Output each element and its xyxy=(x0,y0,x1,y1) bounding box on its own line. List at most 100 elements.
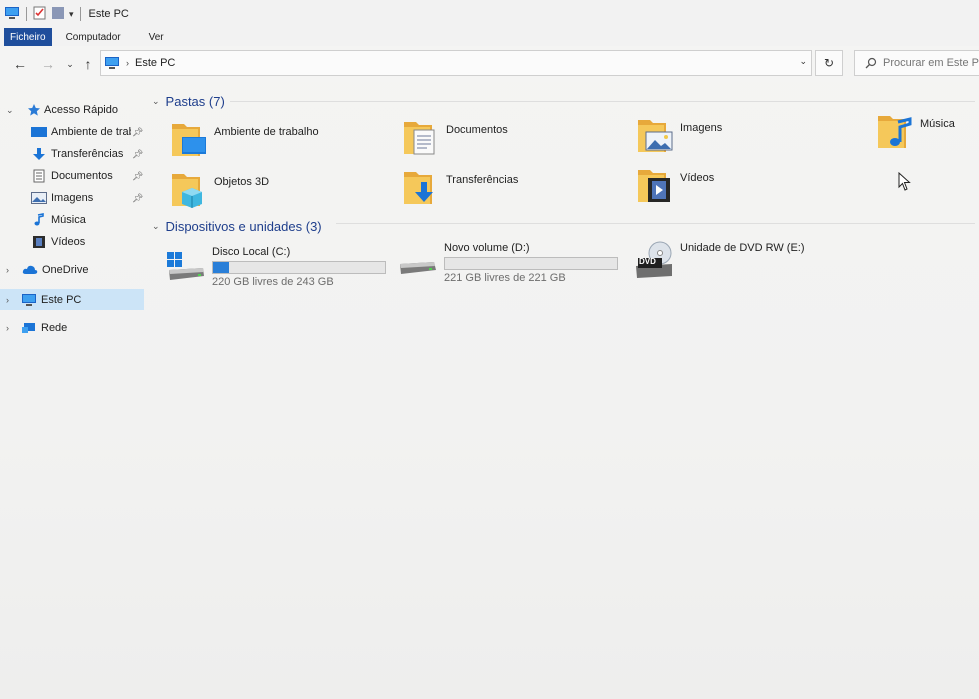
folder-videos[interactable]: Vídeos xyxy=(636,166,856,210)
pin-icon: 📌︎ xyxy=(132,192,144,203)
file-explorer-window: ▾ Este PC Ficheiro Computador Ver ← → ⌄ … xyxy=(0,0,979,699)
sidebar-item-transferencias[interactable]: Transferências 📌︎ xyxy=(0,144,144,164)
sidebar-item-documentos[interactable]: Documentos 📌︎ xyxy=(0,166,144,186)
group-header-pastas[interactable]: ⌄ Pastas (7) xyxy=(152,91,225,111)
folder-label: Imagens xyxy=(680,122,723,134)
folder-ambiente-de-trabalho[interactable]: Ambiente de trabalho xyxy=(170,120,390,164)
dvd-label: DVD xyxy=(639,257,656,266)
chevron-down-icon: ⌄ xyxy=(152,220,160,231)
chevron-right-icon[interactable]: › xyxy=(6,295,9,305)
pin-icon: 📌︎ xyxy=(132,170,144,181)
chevron-down-icon[interactable]: ⌄ xyxy=(799,56,807,67)
forward-button[interactable]: → xyxy=(38,54,58,74)
drive-icon xyxy=(398,240,438,280)
drive-d[interactable]: Novo volume (D:) 221 GB livres de 221 GB xyxy=(398,240,638,284)
navigation-bar: ← → ⌄ ↑ › Este PC ⌄ ↻ xyxy=(0,46,979,82)
objects-3d-folder-icon xyxy=(170,170,210,214)
folder-objetos-3d[interactable]: Objetos 3D xyxy=(170,170,390,214)
pin-icon: 📌︎ xyxy=(132,148,144,159)
videos-folder-icon xyxy=(636,166,676,210)
folder-label: Objetos 3D xyxy=(214,176,270,188)
chevron-right-icon[interactable]: › xyxy=(6,265,9,275)
sidebar-item-este-pc[interactable]: › Este PC xyxy=(0,289,144,310)
refresh-icon: ↻ xyxy=(823,56,835,70)
group-divider xyxy=(230,101,975,102)
group-header-dispositivos[interactable]: ⌄ Dispositivos e unidades (3) xyxy=(152,216,322,236)
folder-label: Ambiente de trabalho xyxy=(214,126,319,138)
chevron-right-icon[interactable]: › xyxy=(6,323,9,333)
desktop-folder-icon xyxy=(170,120,210,164)
group-divider xyxy=(336,223,975,224)
tab-ficheiro[interactable]: Ficheiro xyxy=(4,28,52,46)
system-drive-icon xyxy=(166,244,206,284)
music-icon xyxy=(31,212,47,228)
content-pane: ⌄ Pastas (7) Ambiente de trabalho Docume… xyxy=(150,90,979,699)
drive-usage-fill xyxy=(213,262,230,273)
download-icon xyxy=(31,146,47,162)
sidebar-item-ambiente-de-trabalho[interactable]: Ambiente de trabalho 📌︎ xyxy=(0,122,144,142)
sidebar-item-label: Música xyxy=(51,214,86,226)
folder-label: Vídeos xyxy=(680,172,715,184)
properties-icon[interactable] xyxy=(33,6,47,23)
search-box[interactable] xyxy=(854,50,979,76)
group-title: Pastas (7) xyxy=(165,93,225,109)
recent-locations-button[interactable]: ⌄ xyxy=(60,54,80,74)
folder-musica[interactable]: Música xyxy=(876,112,979,156)
tab-computador[interactable]: Computador xyxy=(52,28,135,46)
drive-c[interactable]: Disco Local (C:) 220 GB livres de 243 GB xyxy=(166,244,406,288)
sidebar-item-musica[interactable]: Música xyxy=(0,210,144,230)
search-input[interactable] xyxy=(881,56,979,70)
dvd-drive-icon: DVD xyxy=(634,240,674,280)
tab-ver[interactable]: Ver xyxy=(135,28,178,46)
computer-icon[interactable] xyxy=(4,6,20,23)
pictures-icon xyxy=(31,190,47,206)
folder-label: Transferências xyxy=(446,174,519,186)
arrow-left-icon: ← xyxy=(13,56,27,72)
pin-icon: 📌︎ xyxy=(132,126,144,137)
chevron-down-icon: ⌄ xyxy=(152,95,160,106)
title-bar: ▾ Este PC xyxy=(0,0,979,28)
sidebar-item-label: Rede xyxy=(41,322,68,334)
drive-usage-bar xyxy=(212,261,386,274)
drive-usage-bar xyxy=(444,257,618,270)
computer-icon xyxy=(104,56,120,70)
arrow-right-icon: → xyxy=(41,56,55,72)
search-icon xyxy=(865,57,877,69)
back-button[interactable]: ← xyxy=(10,54,30,74)
breadcrumb[interactable]: Este PC xyxy=(135,57,175,69)
sidebar-item-label: Este PC xyxy=(41,293,82,306)
sidebar-item-label: Ambiente de trabalho xyxy=(51,126,131,138)
chevron-down-icon[interactable]: ⌄ xyxy=(6,105,14,116)
group-title: Dispositivos e unidades (3) xyxy=(165,218,322,234)
refresh-button[interactable]: ↻ xyxy=(815,50,843,76)
folder-documentos[interactable]: Documentos xyxy=(402,118,622,162)
new-folder-icon[interactable] xyxy=(51,6,65,23)
videos-icon xyxy=(31,234,47,250)
downloads-folder-icon xyxy=(402,168,442,212)
documents-folder-icon xyxy=(402,118,442,162)
pictures-folder-icon xyxy=(636,116,676,160)
arrow-up-icon: ↑ xyxy=(84,56,92,72)
breadcrumb-separator-icon: › xyxy=(126,58,129,68)
drive-label: Unidade de DVD RW (E:) xyxy=(680,242,805,254)
customize-toolbar-icon[interactable]: ▾ xyxy=(69,9,74,20)
sidebar-item-imagens[interactable]: Imagens 📌︎ xyxy=(0,188,144,208)
folder-imagens[interactable]: Imagens xyxy=(636,116,856,160)
address-bar[interactable]: › Este PC ⌄ xyxy=(100,50,812,76)
sidebar-item-onedrive[interactable]: › OneDrive xyxy=(0,260,144,280)
sidebar-item-rede[interactable]: › Rede xyxy=(0,318,144,338)
folder-transferencias[interactable]: Transferências xyxy=(402,168,622,212)
up-button[interactable]: ↑ xyxy=(78,54,98,74)
drive-free-space: 221 GB livres de 221 GB xyxy=(444,272,566,284)
star-icon xyxy=(26,102,42,118)
folder-label: Documentos xyxy=(446,124,508,136)
network-icon xyxy=(21,320,37,336)
cloud-icon xyxy=(22,262,38,278)
drive-e[interactable]: DVD Unidade de DVD RW (E:) xyxy=(634,240,874,284)
window-title: Este PC xyxy=(88,8,129,20)
drive-free-space: 220 GB livres de 243 GB xyxy=(212,276,334,288)
mouse-cursor-icon xyxy=(898,171,912,195)
sidebar-item-label: Imagens xyxy=(51,192,94,204)
sidebar-item-videos[interactable]: Vídeos xyxy=(0,232,144,252)
sidebar-item-acesso-rapido[interactable]: ⌄ Acesso Rápido xyxy=(0,100,144,120)
